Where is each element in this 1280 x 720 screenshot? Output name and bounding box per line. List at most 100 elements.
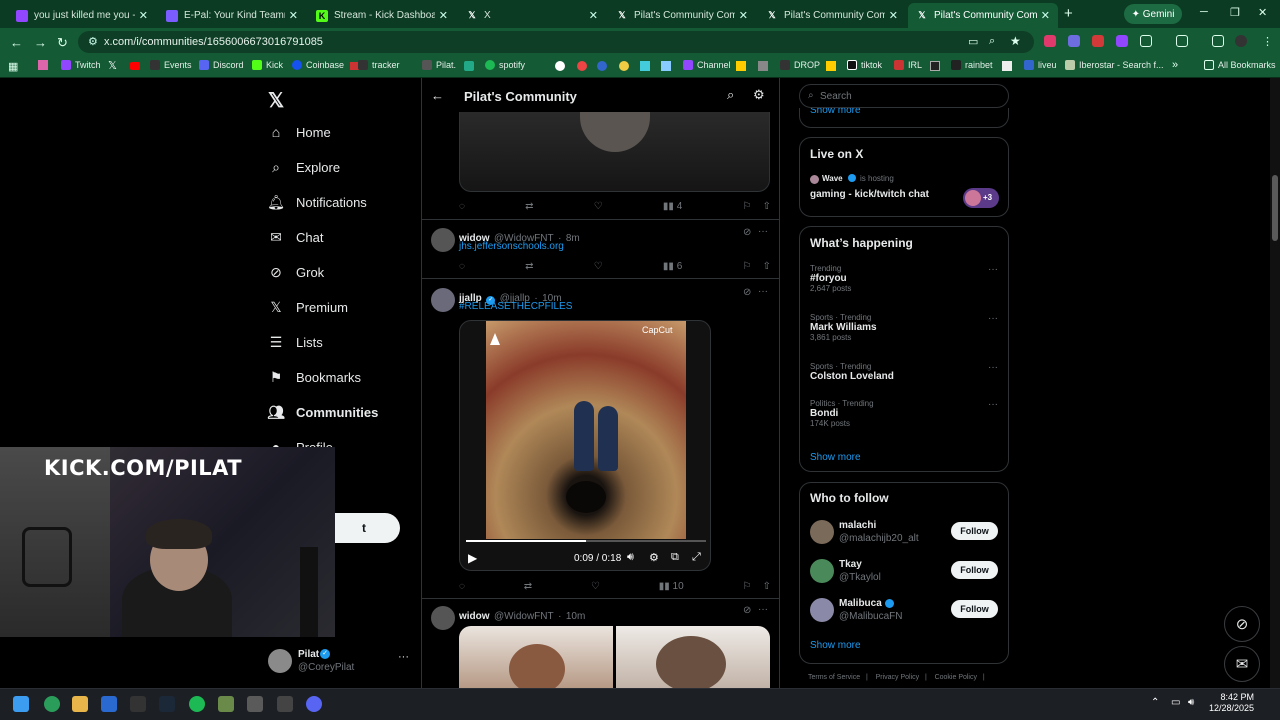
minimize-icon[interactable]: ─: [1200, 6, 1208, 18]
bookmark-liveu[interactable]: liveu: [1024, 60, 1057, 70]
tray-chevron-icon[interactable]: ⌃: [1151, 697, 1159, 708]
app-icon[interactable]: [247, 696, 263, 712]
bookmark-icon[interactable]: [619, 61, 629, 71]
back-icon[interactable]: ←: [10, 35, 23, 50]
network-icon[interactable]: ▭: [1171, 697, 1180, 708]
close-icon[interactable]: ✕: [1041, 9, 1050, 22]
bookmark-icon[interactable]: ⚐: [742, 201, 751, 212]
bookmark-icon[interactable]: [555, 61, 565, 71]
bookmark-icon[interactable]: [758, 61, 768, 71]
zoom-icon[interactable]: ⌕: [989, 35, 995, 48]
reply-icon[interactable]: ◌: [459, 579, 465, 593]
nav-grok[interactable]: ⊘ Grok: [268, 264, 324, 280]
more-icon[interactable]: ···: [988, 399, 998, 410]
reply-icon[interactable]: ◌: [459, 259, 465, 273]
trend-item[interactable]: Sports · Trending Colston Loveland ···: [810, 362, 1000, 382]
views-button[interactable]: ▮▮ 6: [663, 259, 682, 273]
bookmark-pilat[interactable]: Pilat.: [422, 60, 456, 70]
bookmark-events[interactable]: Events: [150, 60, 192, 70]
grok-icon[interactable]: ⊘: [743, 227, 751, 238]
bookmark-spotify[interactable]: spotify: [485, 60, 525, 70]
volume-icon[interactable]: 🔊︎: [627, 551, 634, 564]
nav-home[interactable]: ⌂ Home: [268, 124, 331, 140]
follow-button[interactable]: Follow: [951, 561, 998, 579]
trend-item[interactable]: Sports · Trending Mark Williams 3,861 po…: [810, 313, 1000, 342]
grok-icon[interactable]: ⊘: [743, 287, 751, 298]
settings-icon[interactable]: ⚙: [649, 551, 659, 564]
star-icon[interactable]: ★: [1010, 34, 1021, 48]
bookmark-icon[interactable]: [661, 61, 671, 71]
file-explorer-icon[interactable]: [72, 696, 88, 712]
app-icon[interactable]: [277, 696, 293, 712]
nav-premium[interactable]: 𝕏 Premium: [268, 299, 348, 315]
more-icon[interactable]: ···: [758, 286, 768, 297]
bookmark-icon[interactable]: ⚐: [742, 581, 751, 592]
more-icon[interactable]: ···: [758, 604, 768, 615]
tab-community-active[interactable]: 𝕏Pilat's Community Communi✕: [908, 3, 1058, 28]
repost-icon[interactable]: ⇄: [525, 199, 533, 213]
share-icon[interactable]: ⇧: [763, 261, 771, 272]
avatar[interactable]: [431, 288, 455, 312]
maximize-icon[interactable]: ❐: [1230, 6, 1240, 19]
all-bookmarks[interactable]: All Bookmarks: [1204, 60, 1276, 70]
avatar[interactable]: [431, 606, 455, 630]
scrollbar-thumb[interactable]: [1272, 175, 1278, 241]
pip-icon[interactable]: ⧉: [671, 551, 679, 564]
nav-notifications[interactable]: 🔔︎ Notifications: [267, 194, 367, 210]
follow-suggestion[interactable]: malachi @malachijb20_alt: [810, 519, 950, 545]
live-participants[interactable]: +3: [963, 188, 999, 208]
settings-icon[interactable]: ⚙: [753, 87, 765, 103]
bookmark-icon[interactable]: [577, 61, 587, 71]
trend-item[interactable]: Politics · Trending Bondi 174K posts ···: [810, 399, 1000, 428]
grok-icon[interactable]: ⊘: [743, 605, 751, 616]
nav-bookmarks[interactable]: ⚑ Bookmarks: [268, 369, 361, 385]
show-more-link[interactable]: Show more: [810, 108, 861, 116]
app-icon[interactable]: [101, 696, 117, 712]
post-time[interactable]: 8m: [566, 233, 580, 244]
window-close-icon[interactable]: ✕: [1258, 6, 1267, 19]
bookmark-iberostar[interactable]: Iberostar - Search f...: [1065, 60, 1164, 70]
search-input[interactable]: ⌕ Search: [799, 84, 1009, 108]
footer-link[interactable]: Cookie Policy: [935, 674, 977, 681]
show-more-link[interactable]: Show more: [810, 452, 861, 463]
new-tab-button[interactable]: +: [1064, 5, 1073, 22]
adblock-icon[interactable]: [1092, 35, 1104, 47]
post-link[interactable]: jhs.jeffersonschools.org: [459, 241, 564, 252]
follow-suggestion[interactable]: Malibuca @MalibucaFN: [810, 597, 950, 623]
share-icon[interactable]: ⇧: [763, 201, 771, 212]
close-icon[interactable]: ✕: [739, 9, 748, 22]
bookmark-icon[interactable]: [930, 61, 940, 71]
post-image[interactable]: [616, 626, 770, 688]
post-time[interactable]: 10m: [566, 611, 585, 622]
more-icon[interactable]: ···: [988, 264, 998, 275]
reply-icon[interactable]: ◌: [459, 199, 465, 213]
bookmark-drop[interactable]: DROP: [780, 60, 820, 70]
nav-chat[interactable]: ✉ Chat: [268, 229, 323, 245]
epic-games-icon[interactable]: [130, 696, 146, 712]
reload-icon[interactable]: ↻: [57, 35, 68, 51]
bookmark-icon[interactable]: [736, 61, 746, 71]
media-icon[interactable]: [1212, 35, 1224, 47]
close-icon[interactable]: ✕: [289, 9, 298, 22]
trend-item[interactable]: Trending #foryou 2,647 posts ···: [810, 264, 1000, 293]
bookmark-rainbet[interactable]: rainbet: [951, 60, 993, 70]
bookmark-icon[interactable]: [38, 60, 48, 70]
bookmark-tiktok[interactable]: tiktok: [847, 60, 882, 70]
more-icon[interactable]: ···: [988, 362, 998, 373]
author-handle[interactable]: @WidowFNT: [494, 611, 554, 622]
back-arrow-icon[interactable]: ←: [431, 88, 444, 103]
extension-icon[interactable]: [1068, 35, 1080, 47]
tab-community-2[interactable]: 𝕏Pilat's Community Communi✕: [758, 3, 906, 28]
close-icon[interactable]: ✕: [439, 9, 448, 22]
footer-link[interactable]: Terms of Service: [808, 674, 860, 681]
fullscreen-icon[interactable]: ⤢: [692, 551, 701, 564]
bookmark-icon[interactable]: [597, 61, 607, 71]
messages-button[interactable]: ✉: [1224, 646, 1260, 682]
nav-lists[interactable]: ☰ Lists: [268, 334, 323, 350]
live-stream-title[interactable]: gaming - kick/twitch chat: [810, 189, 929, 200]
bookmark-tracker[interactable]: tracker: [358, 60, 400, 70]
scrollbar[interactable]: [1270, 78, 1280, 688]
close-icon[interactable]: ✕: [589, 9, 598, 22]
tab-kick[interactable]: K Stream - Kick Dashboard ✕: [308, 3, 456, 28]
author-name[interactable]: widow: [459, 611, 490, 622]
